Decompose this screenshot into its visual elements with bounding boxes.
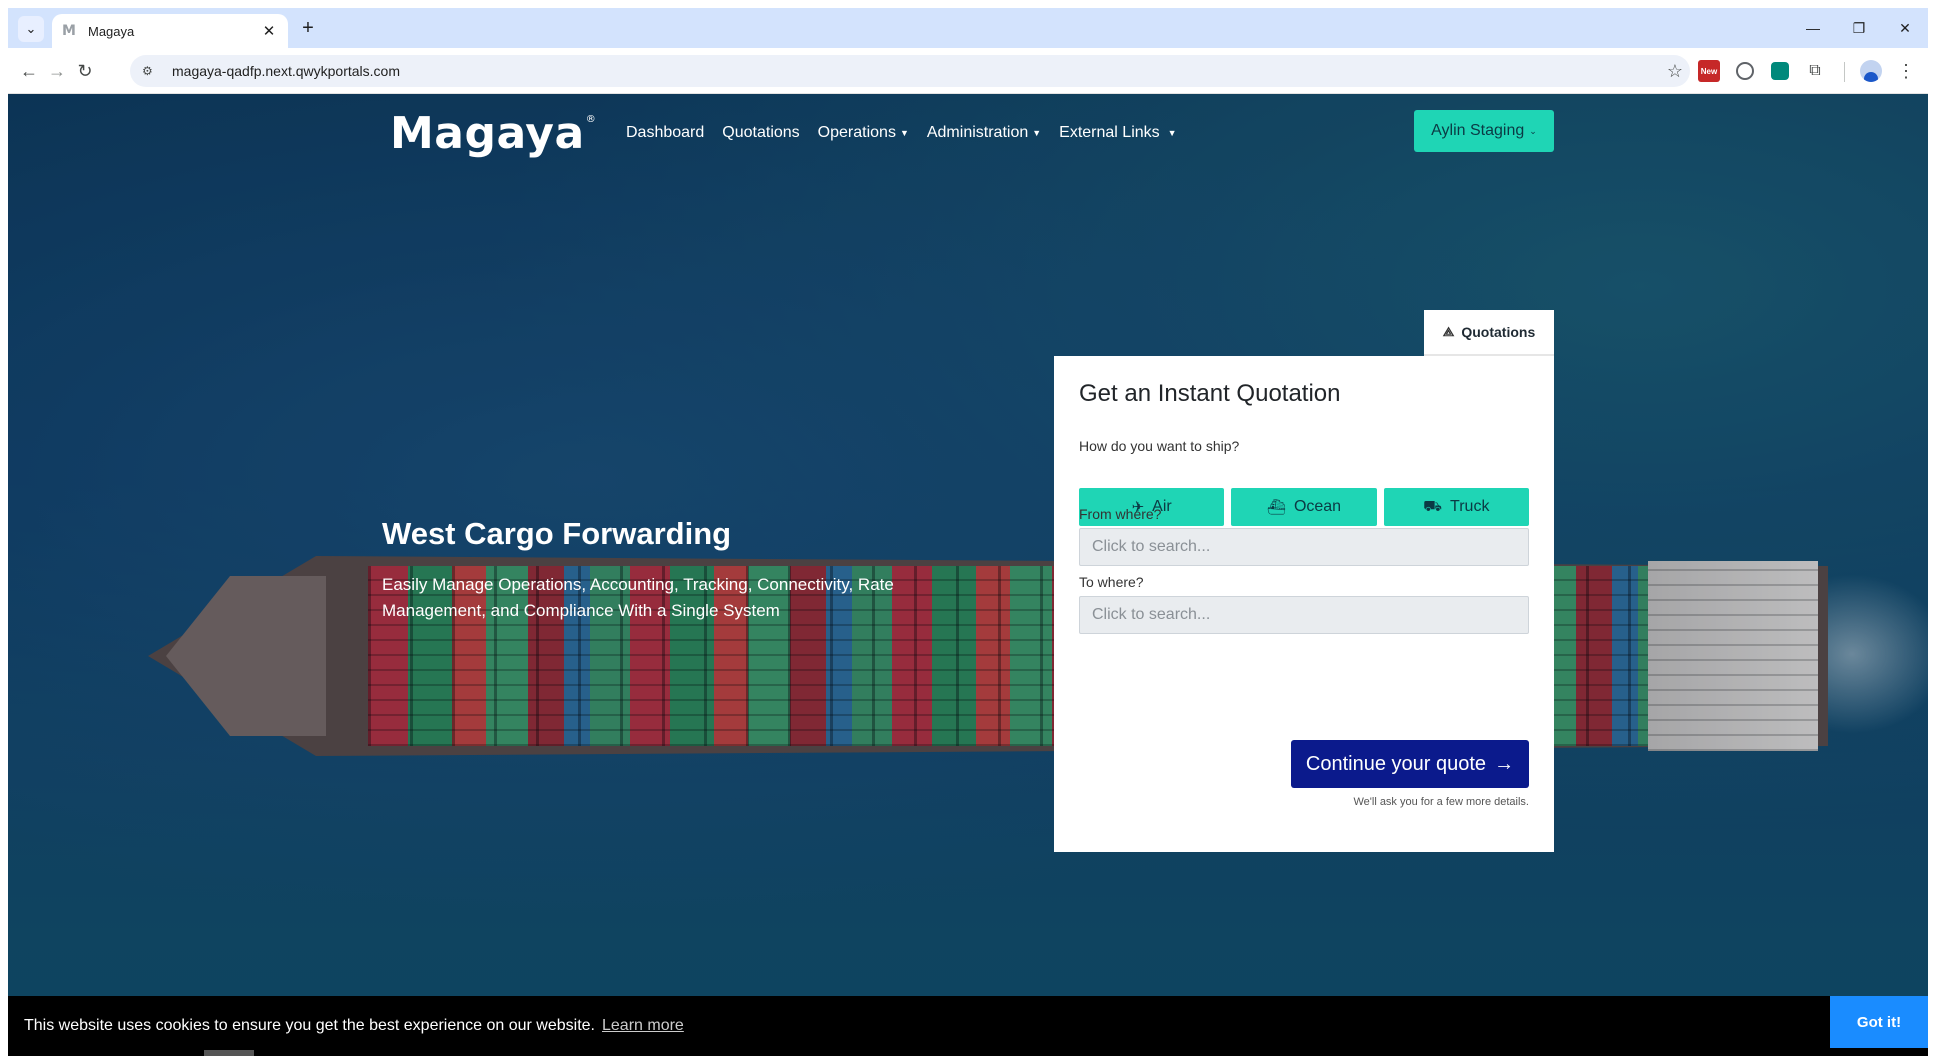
nav-external-links[interactable]: External Links ▼ bbox=[1059, 124, 1176, 142]
extension-teal-icon[interactable] bbox=[1769, 60, 1791, 82]
browser-tabstrip: ⌄ M Magaya ✕ + — ❐ ✕ bbox=[8, 8, 1928, 48]
continue-hint: We'll ask you for a few more details. bbox=[1353, 796, 1529, 808]
tab-favicon-icon: M bbox=[62, 23, 76, 39]
nav-quotations[interactable]: Quotations bbox=[722, 124, 799, 142]
minimize-icon[interactable]: — bbox=[1790, 8, 1836, 48]
plus-icon[interactable]: + bbox=[298, 18, 318, 38]
hero-overlay bbox=[8, 94, 1928, 1056]
page-viewport: Magaya® Dashboard Quotations Operations ▼… bbox=[8, 94, 1928, 1056]
hero-subtitle: Easily Manage Operations, Accounting, Tr… bbox=[382, 575, 894, 620]
ship-icon: ⛴ bbox=[1266, 499, 1286, 516]
user-menu-button[interactable]: Aylin Staging ⌄ bbox=[1414, 110, 1554, 152]
reload-icon[interactable]: ↻ bbox=[74, 60, 96, 82]
cookie-accept-button[interactable]: Got it! bbox=[1830, 996, 1928, 1048]
forward-icon[interactable]: → bbox=[46, 60, 68, 82]
to-search-input[interactable] bbox=[1079, 596, 1529, 634]
toolbar-divider bbox=[1844, 62, 1845, 82]
from-label: From where? bbox=[1079, 506, 1162, 522]
profile-icon[interactable] bbox=[1860, 60, 1882, 82]
route-icon: ⟁ bbox=[1442, 324, 1455, 339]
extension-new-icon[interactable]: New bbox=[1698, 60, 1720, 82]
cookie-learn-more-link[interactable]: Learn more bbox=[602, 1017, 684, 1035]
back-icon[interactable]: ← bbox=[18, 60, 40, 82]
to-label: To where? bbox=[1079, 574, 1144, 590]
cookie-banner: This website uses cookies to ensure you … bbox=[8, 996, 1928, 1056]
tab-quotations[interactable]: ⟁ Quotations bbox=[1424, 310, 1554, 356]
arrow-right-icon: → bbox=[1494, 752, 1515, 775]
tab-title: Magaya bbox=[88, 23, 135, 39]
main-nav: Dashboard Quotations Operations ▼ Adminis… bbox=[626, 124, 1195, 142]
window-controls: — ❐ ✕ bbox=[1790, 8, 1928, 48]
restore-icon[interactable]: ❐ bbox=[1836, 8, 1882, 48]
star-icon[interactable]: ☆ bbox=[1660, 61, 1690, 82]
close-window-icon[interactable]: ✕ bbox=[1882, 8, 1928, 48]
truck-icon: ⛟ bbox=[1423, 497, 1443, 515]
site-info-icon[interactable]: ⚙ bbox=[142, 64, 158, 78]
ship-mode-label: How do you want to ship? bbox=[1079, 438, 1240, 454]
browser-tab[interactable]: M Magaya ✕ bbox=[52, 14, 288, 48]
extensions-icon[interactable]: ⧉ bbox=[1804, 60, 1826, 82]
card-title: Get an Instant Quotation bbox=[1079, 380, 1341, 407]
url-text[interactable]: magaya-qadfp.next.qwykportals.com bbox=[172, 63, 1660, 79]
more-icon[interactable]: ⋮ bbox=[1895, 60, 1917, 82]
nav-dashboard[interactable]: Dashboard bbox=[626, 124, 704, 142]
mode-truck-button[interactable]: ⛟ Truck bbox=[1383, 488, 1529, 526]
nav-operations[interactable]: Operations ▼ bbox=[818, 124, 909, 142]
from-search-input[interactable] bbox=[1079, 528, 1529, 566]
browser-toolbar: ← → ↻ ⚙ magaya-qadfp.next.qwykportals.co… bbox=[8, 48, 1928, 94]
chevron-down-icon: ▼ bbox=[1167, 128, 1177, 138]
mode-ocean-button[interactable]: ⛴ Ocean bbox=[1231, 488, 1377, 526]
continue-quote-button[interactable]: Continue your quote → bbox=[1291, 740, 1529, 788]
cookie-message: This website uses cookies to ensure you … bbox=[24, 1017, 595, 1034]
extension-circle-icon[interactable] bbox=[1734, 60, 1756, 82]
chevron-down-icon: ▼ bbox=[1032, 128, 1042, 138]
magaya-logo[interactable]: Magaya® bbox=[390, 108, 596, 159]
quotation-card: Get an Instant Quotation How do you want… bbox=[1054, 356, 1554, 852]
hero-title: West Cargo Forwarding bbox=[382, 516, 732, 551]
chevron-down-icon: ▼ bbox=[899, 128, 909, 138]
chevron-down-icon: ⌄ bbox=[1529, 125, 1537, 136]
close-icon[interactable]: ✕ bbox=[260, 22, 278, 40]
tab-search-icon[interactable]: ⌄ bbox=[18, 16, 44, 42]
nav-administration[interactable]: Administration ▼ bbox=[927, 124, 1041, 142]
background-sliver bbox=[204, 1050, 254, 1056]
address-bar[interactable]: ⚙ magaya-qadfp.next.qwykportals.com ☆ bbox=[130, 55, 1690, 87]
